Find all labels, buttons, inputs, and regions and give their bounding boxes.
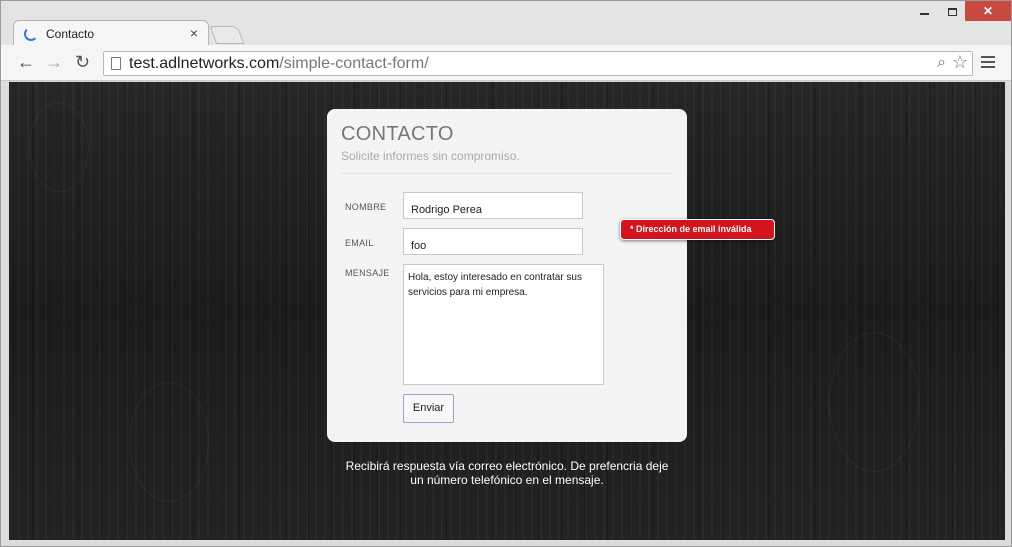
zoom-icon[interactable]: ⌕ bbox=[937, 54, 946, 72]
maximize-button[interactable] bbox=[939, 1, 965, 21]
email-label: EMAIL bbox=[345, 238, 374, 248]
page-subtitle: Solicite informes sin compromiso. bbox=[341, 149, 520, 163]
footer-note: Recibirá respuesta vía correo electrónic… bbox=[327, 459, 687, 487]
new-tab-button[interactable] bbox=[209, 26, 245, 44]
url-path: /simple-contact-form/ bbox=[279, 55, 429, 72]
forward-arrow-icon[interactable]: → bbox=[45, 53, 63, 71]
reload-icon[interactable]: ↻ bbox=[75, 53, 90, 71]
tab-contacto[interactable]: Contacto × bbox=[13, 20, 209, 46]
send-button[interactable]: Enviar bbox=[403, 394, 454, 423]
footer-line-1: Recibirá respuesta vía correo electrónic… bbox=[345, 459, 669, 473]
minimize-button[interactable] bbox=[909, 1, 939, 21]
name-label: NOMBRE bbox=[345, 202, 387, 212]
url-host: test.adlnetworks.com bbox=[129, 55, 280, 72]
contact-card: CONTACTO Solicite informes sin compromis… bbox=[327, 109, 687, 442]
close-icon: ✕ bbox=[982, 4, 994, 18]
page-viewport: CONTACTO Solicite informes sin compromis… bbox=[9, 82, 1005, 540]
message-field[interactable]: Hola, estoy interesado en contratar sus … bbox=[403, 264, 604, 385]
tab-title: Contacto bbox=[46, 27, 95, 41]
message-label: MENSAJE bbox=[345, 268, 390, 278]
menu-icon[interactable] bbox=[981, 56, 995, 71]
close-window-button[interactable]: ✕ bbox=[965, 1, 1011, 21]
email-field[interactable]: foo bbox=[403, 228, 583, 255]
back-arrow-icon[interactable]: ← bbox=[17, 53, 35, 71]
wood-knot-decoration bbox=[129, 382, 209, 502]
browser-toolbar: ← → ↻ test.adlnetworks.com/simple-contac… bbox=[1, 45, 1011, 81]
email-error-tooltip: * Dirección de email inválida bbox=[620, 219, 775, 240]
wood-knot-decoration bbox=[829, 332, 919, 472]
footer-line-2: un número telefónico en el mensaje. bbox=[410, 473, 604, 487]
tab-close-icon[interactable]: × bbox=[190, 25, 198, 41]
title-bar: Contacto × ✕ bbox=[1, 1, 1011, 46]
divider bbox=[341, 173, 673, 174]
wood-knot-decoration bbox=[29, 102, 89, 192]
browser-window: Contacto × ✕ ← → ↻ test.adlnetworks.com/… bbox=[0, 0, 1012, 547]
loading-spinner-icon bbox=[24, 27, 38, 41]
page-icon bbox=[111, 57, 121, 70]
address-bar[interactable]: test.adlnetworks.com/simple-contact-form… bbox=[103, 51, 973, 76]
page-title: CONTACTO bbox=[341, 123, 454, 145]
maximize-icon bbox=[947, 7, 957, 16]
star-icon[interactable]: ☆ bbox=[952, 52, 968, 73]
minimize-icon bbox=[919, 12, 929, 15]
url-text[interactable]: test.adlnetworks.com/simple-contact-form… bbox=[129, 55, 429, 73]
name-field[interactable]: Rodrigo Perea bbox=[403, 192, 583, 219]
